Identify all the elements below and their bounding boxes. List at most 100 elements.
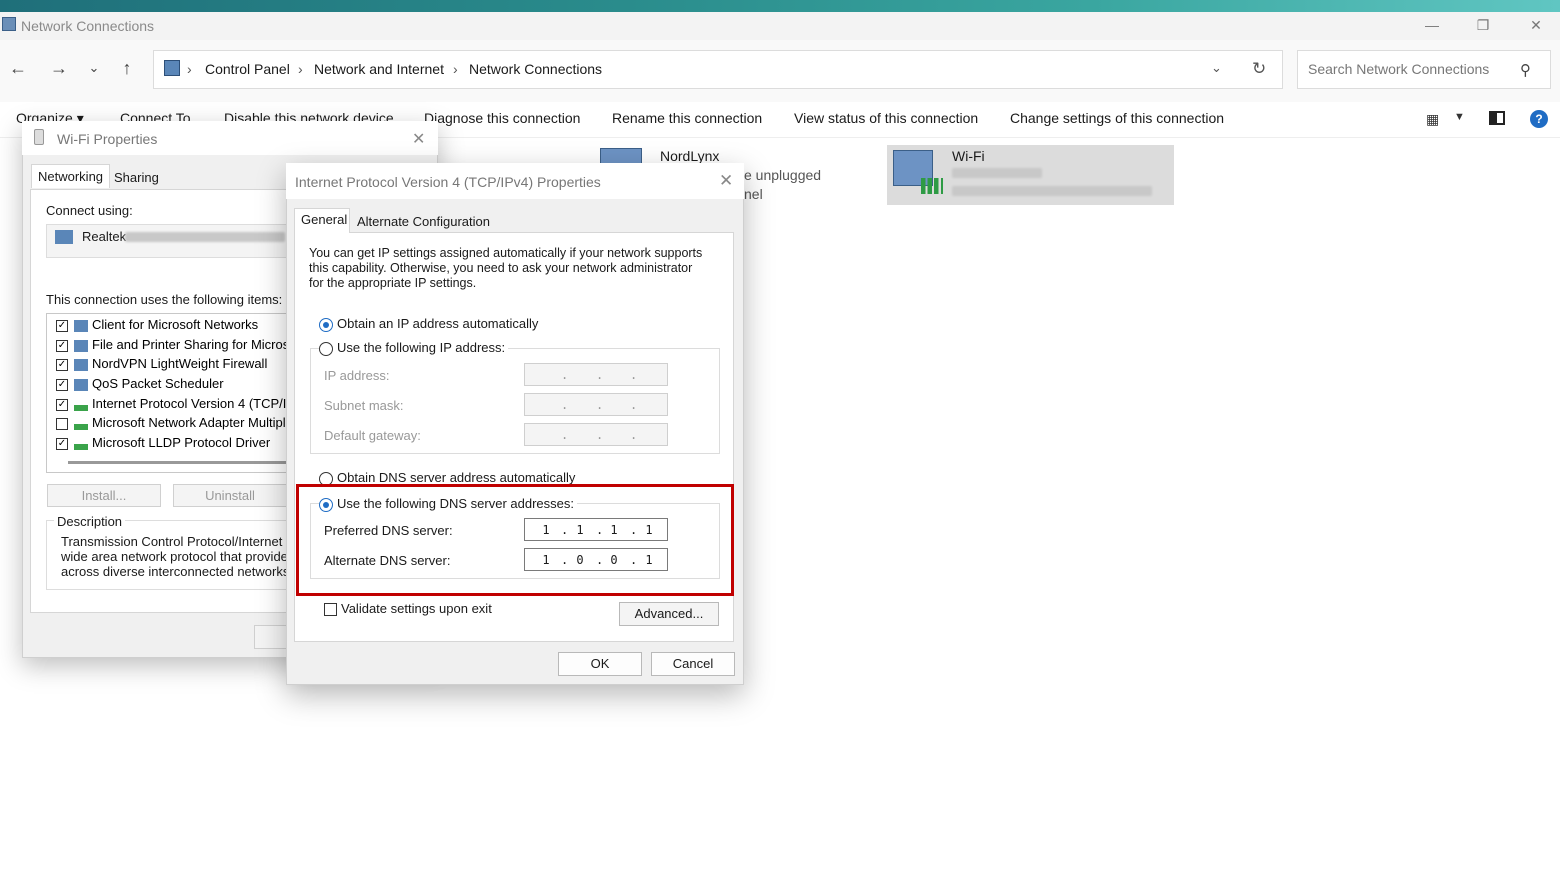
close-icon[interactable]: ✕	[1516, 14, 1556, 36]
wifi-signal-icon	[921, 178, 943, 194]
subnet-mask-field[interactable]: ...	[524, 393, 668, 416]
connect-using-label: Connect using:	[46, 203, 133, 218]
advanced-button[interactable]: Advanced...	[619, 602, 719, 626]
protocol-icon	[74, 417, 88, 430]
view-options-icon[interactable]: ▦	[1426, 111, 1439, 128]
ip-address-field[interactable]: ...	[524, 363, 668, 386]
default-gateway-field[interactable]: ...	[524, 423, 668, 446]
obtain-ip-auto-radio[interactable]: Obtain an IP address automatically	[319, 316, 538, 332]
window-title: Network Connections	[21, 18, 155, 34]
list-item[interactable]: ✓ Internet Protocol Version 4 (TCP/IF	[56, 396, 294, 411]
checkbox[interactable]: ✓	[56, 358, 68, 371]
address-dropdown-chevron-icon[interactable]: ⌄	[1211, 60, 1222, 76]
back-arrow-icon[interactable]: ←	[6, 56, 30, 80]
dns-highlight-box	[296, 484, 734, 596]
close-icon[interactable]: ✕	[719, 171, 733, 191]
subnet-mask-label: Subnet mask:	[324, 398, 404, 413]
checkbox[interactable]: ✓	[56, 339, 68, 352]
protocol-icon	[74, 398, 88, 411]
install-button[interactable]: Install...	[47, 484, 161, 507]
description-line: wide area network protocol that provides	[61, 549, 295, 564]
wifi-properties-icon	[34, 129, 44, 145]
minimize-icon[interactable]: —	[1412, 14, 1452, 36]
network-client-icon	[74, 319, 88, 332]
network-connections-icon	[2, 17, 16, 31]
adapter-name: Realtek	[82, 229, 127, 244]
tab-networking[interactable]: Networking	[31, 164, 111, 188]
ip-address-label: IP address:	[324, 368, 390, 383]
refresh-icon[interactable]: ↻	[1252, 59, 1266, 79]
wifi-properties-title: Wi-Fi Properties	[57, 131, 158, 147]
uninstall-button[interactable]: Uninstall	[173, 484, 287, 507]
list-item[interactable]: Microsoft Network Adapter Multiple	[56, 415, 293, 430]
list-item[interactable]: ✓ QoS Packet Scheduler	[56, 376, 224, 391]
radio-unselected[interactable]	[319, 341, 333, 356]
checkbox[interactable]	[324, 603, 337, 617]
list-item-label: NordVPN LightWeight Firewall	[92, 356, 268, 371]
view-options-chevron-icon[interactable]: ▼	[1454, 111, 1465, 123]
checkbox[interactable]	[56, 417, 68, 430]
obtain-dns-auto-label: Obtain DNS server address automatically	[337, 470, 576, 485]
checkbox[interactable]: ✓	[56, 437, 68, 450]
protocol-icon	[74, 437, 88, 450]
desktop-strip	[0, 0, 1560, 12]
breadcrumb-separator-icon: ›	[298, 61, 303, 77]
network-service-icon	[74, 339, 88, 352]
intro-text: You can get IP settings assigned automat…	[309, 246, 703, 260]
up-arrow-icon[interactable]: ↑	[115, 56, 139, 80]
network-service-icon	[74, 378, 88, 391]
list-item-label: File and Printer Sharing for Microsof	[92, 337, 301, 352]
intro-text: this capability. Otherwise, you need to …	[309, 261, 693, 275]
breadcrumb-network-internet[interactable]: Network and Internet	[314, 61, 444, 77]
checkbox[interactable]: ✓	[56, 378, 68, 391]
list-item[interactable]: ✓ NordVPN LightWeight Firewall	[56, 356, 267, 371]
list-item[interactable]: ✓ File and Printer Sharing for Microsof	[56, 337, 300, 352]
ok-button[interactable]: OK	[558, 652, 642, 676]
network-service-icon	[74, 358, 88, 371]
list-item[interactable]: ✓ Microsoft LLDP Protocol Driver	[56, 435, 270, 450]
validate-settings-checkbox[interactable]: Validate settings upon exit	[324, 601, 492, 617]
horizontal-scrollbar[interactable]	[68, 461, 288, 464]
nordlynx-status: e unplugged	[744, 167, 822, 183]
list-item-label: Microsoft Network Adapter Multiple	[92, 415, 293, 430]
change-settings-command[interactable]: Change settings of this connection	[1010, 110, 1224, 126]
breadcrumb-control-panel[interactable]: Control Panel	[205, 61, 290, 77]
wifi-ssid-redacted	[952, 168, 1042, 178]
close-icon[interactable]: ✕	[412, 129, 425, 149]
obtain-ip-auto-label: Obtain an IP address automatically	[337, 316, 539, 331]
checkbox[interactable]: ✓	[56, 398, 68, 411]
tab-sharing[interactable]: Sharing	[108, 166, 165, 189]
breadcrumb-separator-icon: ›	[187, 61, 192, 77]
control-panel-icon	[164, 60, 180, 76]
nordlynx-status-2: nel	[744, 186, 763, 202]
adapter-icon	[55, 230, 73, 244]
breadcrumb-network-connections[interactable]: Network Connections	[469, 61, 602, 77]
forward-arrow-icon[interactable]: →	[47, 56, 71, 80]
adapter-model-redacted	[125, 232, 285, 242]
default-gateway-label: Default gateway:	[324, 428, 421, 443]
wifi-name: Wi-Fi	[952, 148, 985, 164]
search-icon[interactable]: ⚲	[1520, 61, 1531, 79]
rename-command[interactable]: Rename this connection	[612, 110, 762, 126]
radio-selected[interactable]	[319, 317, 333, 332]
view-status-command[interactable]: View status of this connection	[794, 110, 978, 126]
checkbox[interactable]: ✓	[56, 319, 68, 332]
search-placeholder: Search Network Connections	[1308, 61, 1490, 77]
wifi-adapter-redacted	[952, 186, 1152, 196]
use-following-ip-radio[interactable]: Use the following IP address:	[319, 340, 509, 356]
tab-general-label: General	[301, 212, 348, 227]
recent-locations-chevron-icon[interactable]: ⌄	[82, 56, 106, 80]
tab-alternate-configuration[interactable]: Alternate Configuration	[357, 214, 490, 229]
use-following-ip-label: Use the following IP address:	[337, 340, 506, 355]
breadcrumb-separator-icon: ›	[453, 61, 458, 77]
diagnose-command[interactable]: Diagnose this connection	[424, 110, 580, 126]
nordlynx-name[interactable]: NordLynx	[660, 148, 719, 164]
restore-icon[interactable]: ❐	[1463, 14, 1503, 36]
list-item-label: Microsoft LLDP Protocol Driver	[92, 435, 271, 450]
list-item[interactable]: ✓ Client for Microsoft Networks	[56, 317, 258, 332]
cancel-button[interactable]: Cancel	[651, 652, 735, 676]
preview-pane-icon[interactable]	[1489, 111, 1505, 125]
list-item-label: Client for Microsoft Networks	[92, 317, 259, 332]
validate-settings-label: Validate settings upon exit	[341, 601, 492, 616]
help-icon[interactable]: ?	[1530, 110, 1548, 128]
